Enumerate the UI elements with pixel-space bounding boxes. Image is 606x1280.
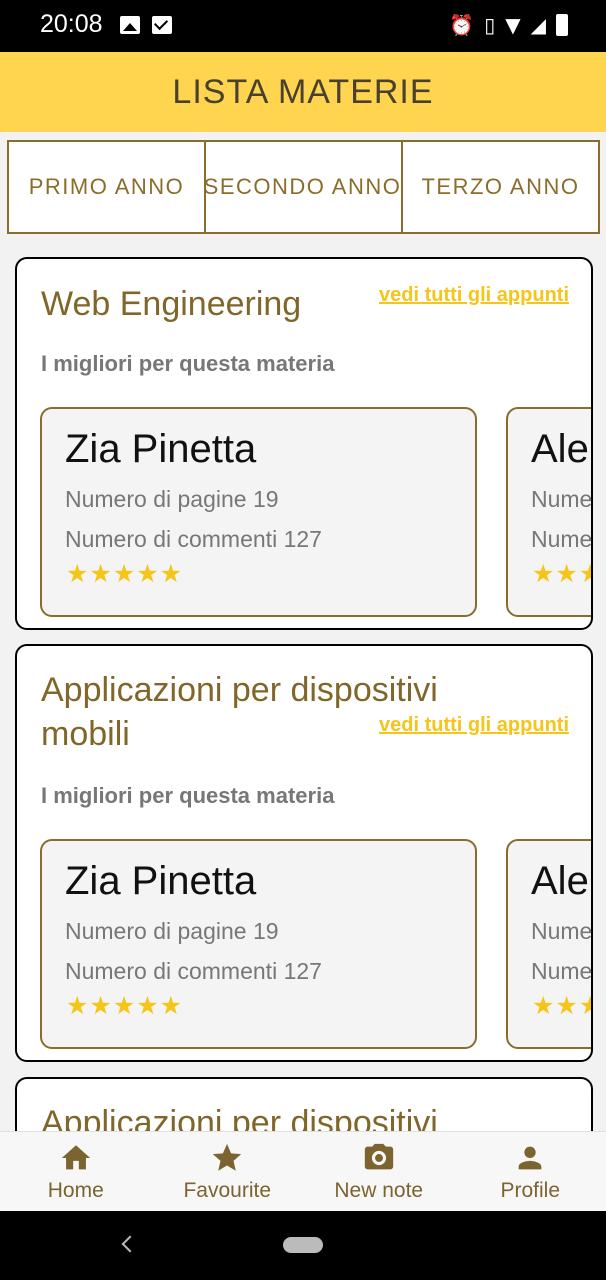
note-pages: Numero di pagine 19: [65, 918, 279, 944]
app-bar: LISTA MATERIE: [0, 52, 606, 132]
see-all-notes-link[interactable]: vedi tutti gli appunti: [379, 284, 569, 307]
nav-label: Home: [47, 1178, 104, 1202]
alarm-icon: ⏰: [449, 13, 475, 37]
nav-profile[interactable]: Profile: [455, 1132, 606, 1211]
signal-icon: ◢: [530, 13, 546, 37]
home-icon: [61, 1144, 90, 1169]
tab-label: SECONDO ANNO: [206, 174, 402, 199]
note-card[interactable]: Ale Nume Nume ★★★: [506, 839, 593, 1049]
note-comments: Numero di commenti 127: [65, 526, 322, 552]
note-comments: Nume: [531, 526, 593, 552]
course-title: Applicazioni per dispositivi mobili: [41, 671, 438, 753]
note-comments: Nume: [531, 958, 593, 984]
nav-home[interactable]: Home: [0, 1132, 152, 1211]
bottom-navigation: Home Favourite New note Profile: [0, 1131, 606, 1211]
note-author: Zia Pinetta: [65, 427, 257, 471]
nav-label: New note: [334, 1178, 424, 1202]
mail-notification-icon: [152, 16, 172, 34]
note-pages: Nume: [531, 918, 593, 944]
course-subtitle: I migliori per questa materia: [41, 783, 335, 808]
tab-label: TERZO ANNO: [421, 174, 580, 199]
course-card: Applicazioni per dispositivi: [15, 1077, 593, 1131]
note-author: Ale: [531, 427, 589, 471]
nav-new-note[interactable]: New note: [303, 1132, 455, 1211]
see-all-notes-link[interactable]: vedi tutti gli appunti: [379, 714, 569, 737]
nav-label: Profile: [500, 1178, 561, 1202]
image-notification-icon: [120, 16, 140, 34]
course-list[interactable]: Web Engineering vedi tutti gli appunti I…: [0, 234, 606, 1131]
rating-stars: ★★★★★: [66, 559, 184, 588]
status-bar: 20:08 ⏰ ▯ ▼ ◢: [0, 0, 606, 52]
vibrate-icon: ▯: [484, 13, 496, 37]
course-card: Web Engineering vedi tutti gli appunti I…: [15, 257, 593, 630]
note-card[interactable]: Zia Pinetta Numero di pagine 19 Numero d…: [40, 407, 477, 617]
person-icon: [518, 1146, 542, 1169]
tab-terzo-anno[interactable]: TERZO ANNO: [403, 142, 598, 232]
wifi-icon: ▼: [505, 13, 521, 37]
note-pages: Nume: [531, 486, 593, 512]
tab-secondo-anno[interactable]: SECONDO ANNO: [206, 142, 403, 232]
tab-label: PRIMO ANNO: [28, 174, 185, 199]
battery-icon: [556, 14, 568, 36]
year-tabs: PRIMO ANNO SECONDO ANNO TERZO ANNO: [7, 140, 600, 234]
note-author: Zia Pinetta: [65, 859, 257, 903]
status-time: 20:08: [40, 10, 103, 38]
note-card[interactable]: Ale Nume Nume ★★★: [506, 407, 593, 617]
rating-stars: ★★★★★: [66, 991, 184, 1020]
note-comments: Numero di commenti 127: [65, 958, 322, 984]
note-author: Ale: [531, 859, 589, 903]
course-subtitle: I migliori per questa materia: [41, 351, 335, 376]
tab-primo-anno[interactable]: PRIMO ANNO: [9, 142, 206, 232]
nav-favourite[interactable]: Favourite: [152, 1132, 304, 1211]
rating-stars: ★★★: [532, 559, 591, 588]
course-title: Applicazioni per dispositivi: [41, 1104, 438, 1131]
camera-icon: [364, 1143, 393, 1169]
nav-label: Favourite: [183, 1178, 272, 1202]
course-card: Applicazioni per dispositivi mobili vedi…: [15, 644, 593, 1062]
note-pages: Numero di pagine 19: [65, 486, 279, 512]
note-card[interactable]: Zia Pinetta Numero di pagine 19 Numero d…: [40, 839, 477, 1049]
rating-stars: ★★★: [532, 991, 591, 1020]
page-title: LISTA MATERIE: [172, 72, 434, 111]
star-icon: [213, 1143, 242, 1171]
home-pill[interactable]: [283, 1237, 323, 1253]
